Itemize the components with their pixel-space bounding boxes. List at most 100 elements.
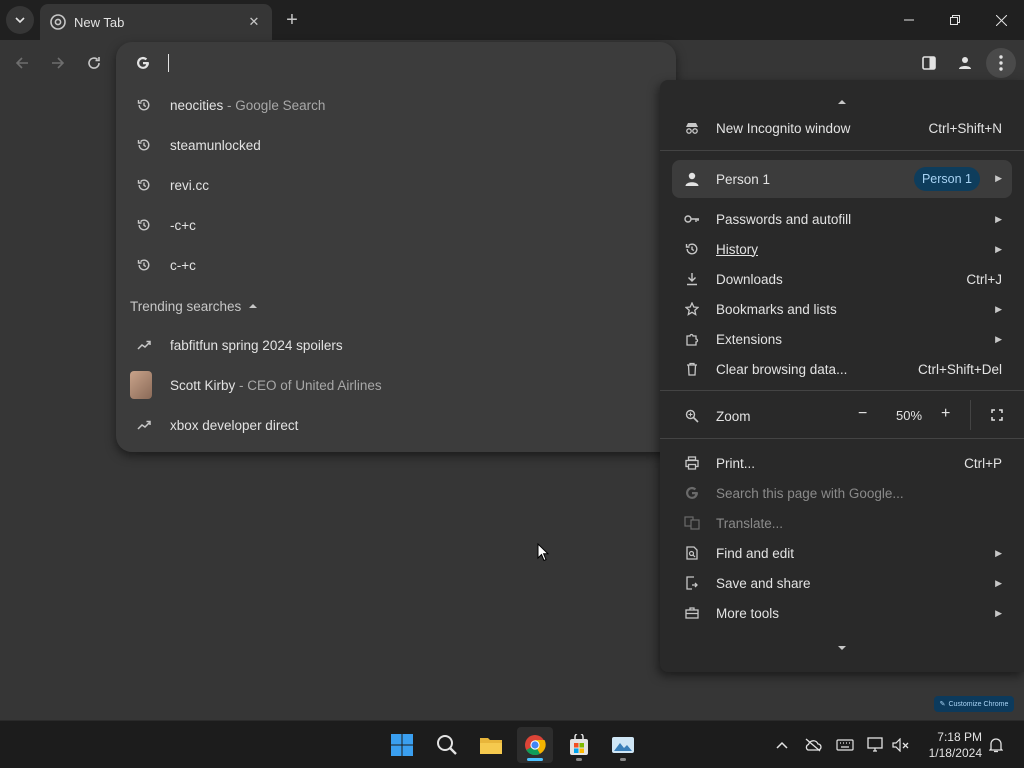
person-thumbnail [130,371,152,399]
menu-label: Clear browsing data... [716,361,848,377]
menu-divider [660,150,1024,151]
notifications-button[interactable] [986,735,1006,755]
clock-time: 7:18 PM [937,730,982,744]
chevron-up-icon [776,741,788,749]
menu-extensions[interactable]: Extensions ▶ [660,324,1024,354]
close-icon [995,14,1007,26]
menu-save-share[interactable]: Save and share ▶ [660,568,1024,598]
start-button[interactable] [384,727,420,763]
menu-find-edit[interactable]: Find and edit ▶ [660,538,1024,568]
chrome-menu-button[interactable] [986,48,1016,78]
mouse-cursor-icon [537,543,549,562]
taskbar: 7:18 PM 1/18/2024 [0,720,1024,768]
chrome-logo-icon [525,735,546,756]
menu-search-page[interactable]: Search this page with Google... [660,478,1024,508]
fullscreen-icon[interactable] [991,409,1003,424]
running-indicator [576,758,582,761]
suggestion-item[interactable]: revi.cc [116,165,676,205]
chrome-taskbar-button[interactable] [517,727,553,763]
menu-clear-browsing-data[interactable]: Clear browsing data... Ctrl+Shift+Del [660,354,1024,384]
menu-downloads[interactable]: Downloads Ctrl+J [660,264,1024,294]
bell-icon [989,738,1003,753]
google-g-icon [137,56,149,69]
menu-profile-item[interactable]: Person 1 Person 1 ▶ [672,160,1012,198]
tab-new-tab[interactable]: New Tab ✕ [40,4,272,40]
system-clock[interactable]: 7:18 PM 1/18/2024 [929,729,982,761]
trending-item[interactable]: fabfitfun spring 2024 spoilers [116,325,676,365]
file-explorer-button[interactable] [473,727,509,763]
restore-button[interactable] [932,0,978,40]
new-tab-button[interactable]: + [280,8,304,32]
zoom-level: 50% [896,408,923,423]
menu-shortcut: Ctrl+P [964,455,1002,471]
trending-searches-header[interactable]: Trending searches [130,296,258,316]
minimize-button[interactable] [886,0,932,40]
print-icon [684,455,700,471]
suggestion-item[interactable]: steamunlocked [116,125,676,165]
onedrive-tray-icon[interactable] [803,735,823,755]
store-button[interactable] [561,727,597,763]
download-icon [684,271,700,287]
reload-button[interactable] [80,49,108,77]
menu-label: Print... [716,455,756,471]
suggestion-item[interactable]: -c+c [116,205,676,245]
profile-badge: Person 1 [913,167,980,191]
photos-button[interactable] [605,727,641,763]
tab-search-button[interactable] [6,6,34,34]
menu-history[interactable]: History ▶ [660,234,1024,264]
show-hidden-icons-button[interactable] [772,735,792,755]
menu-print[interactable]: Print... Ctrl+P [660,448,1024,478]
menu-label: Bookmarks and lists [716,301,837,317]
keyboard-tray-icon[interactable] [835,735,855,755]
close-window-button[interactable] [978,0,1024,40]
suggestion-text: neocities [170,97,224,113]
menu-more-tools[interactable]: More tools ▶ [660,598,1024,628]
history-icon [684,241,700,257]
customize-chrome-button[interactable]: ✎ Customize Chrome [934,696,1014,712]
side-panel-button[interactable] [914,48,944,78]
search-button[interactable] [429,727,465,763]
submenu-arrow-icon: ▶ [995,303,1002,314]
zoom-out-button[interactable]: − [858,405,867,423]
network-icon [867,737,883,752]
puzzle-icon [684,331,700,347]
network-tray-icon[interactable] [866,735,886,755]
caret-up-icon [249,304,258,308]
zoom-in-button[interactable]: + [941,405,950,423]
menu-translate[interactable]: Translate... [660,508,1024,538]
omnibox-input[interactable] [116,42,676,84]
menu-label: Save and share [716,575,811,591]
submenu-arrow-icon: ▶ [995,243,1002,254]
running-indicator [620,758,626,761]
kebab-menu-icon [999,55,1003,71]
suggestion-subtext: - CEO of United Airlines [235,377,382,393]
menu-passwords[interactable]: Passwords and autofill ▶ [660,204,1024,234]
back-button[interactable] [8,49,36,77]
suggestion-item[interactable]: neocities - Google Search [116,85,676,125]
menu-label: More tools [716,605,780,621]
trending-item[interactable]: Scott Kirby - CEO of United Airlines [116,365,676,405]
trending-up-icon [136,337,152,353]
menu-bookmarks[interactable]: Bookmarks and lists ▶ [660,294,1024,324]
scroll-up-icon[interactable] [838,99,846,104]
clock-date: 1/18/2024 [928,746,982,760]
trending-item[interactable]: xbox developer direct [116,405,676,445]
menu-label: Passwords and autofill [716,211,852,227]
menu-new-incognito[interactable]: New Incognito window Ctrl+Shift+N [660,113,1024,143]
profile-button[interactable] [950,48,980,78]
customize-label: Customize Chrome [948,700,1009,708]
suggestion-item[interactable]: c-+c [116,245,676,285]
volume-tray-icon[interactable] [891,735,911,755]
forward-button[interactable] [44,49,72,77]
submenu-arrow-icon: ▶ [995,577,1002,588]
arrow-right-icon [52,57,65,69]
scroll-down-icon[interactable] [838,646,846,651]
search-icon [437,735,457,755]
key-icon [684,211,700,227]
photos-icon [612,737,634,753]
history-icon [136,137,152,153]
tab-close-icon[interactable]: ✕ [244,12,264,32]
volume-muted-icon [892,738,909,752]
restore-icon [950,15,960,25]
star-icon [684,301,700,317]
